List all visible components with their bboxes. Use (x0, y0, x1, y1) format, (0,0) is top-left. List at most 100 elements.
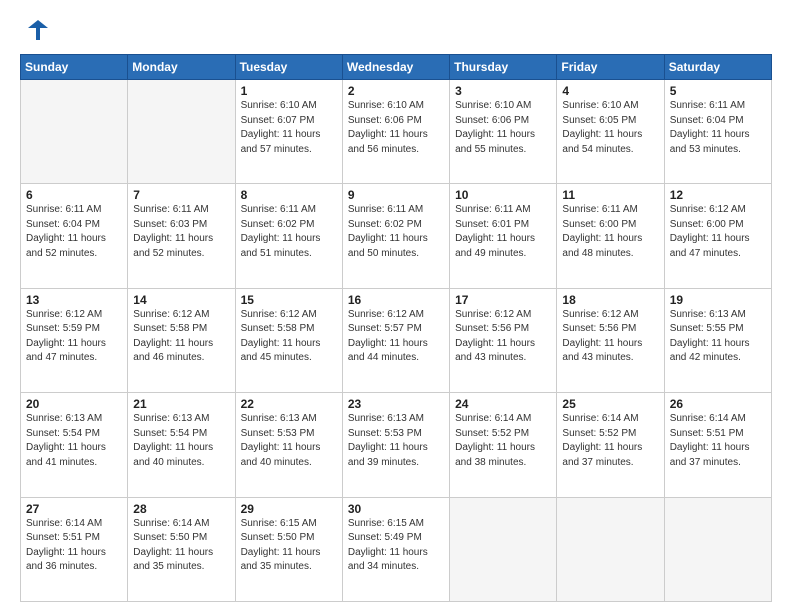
calendar-day-cell: 26Sunrise: 6:14 AM Sunset: 5:51 PM Dayli… (664, 393, 771, 497)
calendar-week-row: 6Sunrise: 6:11 AM Sunset: 6:04 PM Daylig… (21, 184, 772, 288)
day-number: 22 (241, 397, 337, 411)
day-number: 25 (562, 397, 658, 411)
calendar-body: 1Sunrise: 6:10 AM Sunset: 6:07 PM Daylig… (21, 80, 772, 602)
calendar-day-cell: 24Sunrise: 6:14 AM Sunset: 5:52 PM Dayli… (450, 393, 557, 497)
day-number: 9 (348, 188, 444, 202)
calendar-week-row: 27Sunrise: 6:14 AM Sunset: 5:51 PM Dayli… (21, 497, 772, 601)
calendar-day-cell (557, 497, 664, 601)
calendar-day-cell: 16Sunrise: 6:12 AM Sunset: 5:57 PM Dayli… (342, 288, 449, 392)
calendar-day-cell: 7Sunrise: 6:11 AM Sunset: 6:03 PM Daylig… (128, 184, 235, 288)
day-number: 29 (241, 502, 337, 516)
day-number: 7 (133, 188, 229, 202)
calendar-day-cell: 15Sunrise: 6:12 AM Sunset: 5:58 PM Dayli… (235, 288, 342, 392)
calendar-day-cell: 14Sunrise: 6:12 AM Sunset: 5:58 PM Dayli… (128, 288, 235, 392)
calendar-day-cell: 13Sunrise: 6:12 AM Sunset: 5:59 PM Dayli… (21, 288, 128, 392)
day-info: Sunrise: 6:14 AM Sunset: 5:51 PM Dayligh… (26, 517, 122, 575)
calendar-day-cell: 27Sunrise: 6:14 AM Sunset: 5:51 PM Dayli… (21, 497, 128, 601)
day-info: Sunrise: 6:12 AM Sunset: 5:57 PM Dayligh… (348, 308, 444, 366)
day-info: Sunrise: 6:13 AM Sunset: 5:55 PM Dayligh… (670, 308, 766, 366)
page: SundayMondayTuesdayWednesdayThursdayFrid… (0, 0, 792, 612)
day-number: 16 (348, 293, 444, 307)
day-number: 12 (670, 188, 766, 202)
day-number: 27 (26, 502, 122, 516)
calendar-day-header: Thursday (450, 55, 557, 80)
day-number: 5 (670, 84, 766, 98)
day-number: 6 (26, 188, 122, 202)
day-info: Sunrise: 6:12 AM Sunset: 5:56 PM Dayligh… (562, 308, 658, 366)
day-info: Sunrise: 6:14 AM Sunset: 5:50 PM Dayligh… (133, 517, 229, 575)
calendar-day-cell: 4Sunrise: 6:10 AM Sunset: 6:05 PM Daylig… (557, 80, 664, 184)
day-info: Sunrise: 6:11 AM Sunset: 6:01 PM Dayligh… (455, 203, 551, 261)
day-number: 28 (133, 502, 229, 516)
calendar-day-cell: 5Sunrise: 6:11 AM Sunset: 6:04 PM Daylig… (664, 80, 771, 184)
header (20, 16, 772, 44)
calendar-week-row: 1Sunrise: 6:10 AM Sunset: 6:07 PM Daylig… (21, 80, 772, 184)
day-number: 13 (26, 293, 122, 307)
calendar-day-cell: 28Sunrise: 6:14 AM Sunset: 5:50 PM Dayli… (128, 497, 235, 601)
calendar-day-cell: 9Sunrise: 6:11 AM Sunset: 6:02 PM Daylig… (342, 184, 449, 288)
day-info: Sunrise: 6:15 AM Sunset: 5:49 PM Dayligh… (348, 517, 444, 575)
day-number: 26 (670, 397, 766, 411)
day-number: 11 (562, 188, 658, 202)
calendar-day-cell: 2Sunrise: 6:10 AM Sunset: 6:06 PM Daylig… (342, 80, 449, 184)
day-number: 2 (348, 84, 444, 98)
calendar-day-cell: 20Sunrise: 6:13 AM Sunset: 5:54 PM Dayli… (21, 393, 128, 497)
day-number: 30 (348, 502, 444, 516)
calendar-day-header: Tuesday (235, 55, 342, 80)
day-info: Sunrise: 6:13 AM Sunset: 5:53 PM Dayligh… (241, 412, 337, 470)
calendar-day-cell: 23Sunrise: 6:13 AM Sunset: 5:53 PM Dayli… (342, 393, 449, 497)
day-info: Sunrise: 6:11 AM Sunset: 6:04 PM Dayligh… (670, 99, 766, 157)
calendar-day-cell: 17Sunrise: 6:12 AM Sunset: 5:56 PM Dayli… (450, 288, 557, 392)
day-number: 21 (133, 397, 229, 411)
day-info: Sunrise: 6:13 AM Sunset: 5:54 PM Dayligh… (26, 412, 122, 470)
day-number: 4 (562, 84, 658, 98)
calendar-header-row: SundayMondayTuesdayWednesdayThursdayFrid… (21, 55, 772, 80)
day-info: Sunrise: 6:12 AM Sunset: 5:58 PM Dayligh… (241, 308, 337, 366)
day-info: Sunrise: 6:10 AM Sunset: 6:06 PM Dayligh… (348, 99, 444, 157)
calendar-day-cell: 25Sunrise: 6:14 AM Sunset: 5:52 PM Dayli… (557, 393, 664, 497)
day-number: 10 (455, 188, 551, 202)
day-info: Sunrise: 6:13 AM Sunset: 5:54 PM Dayligh… (133, 412, 229, 470)
calendar-day-cell (21, 80, 128, 184)
calendar-day-cell: 3Sunrise: 6:10 AM Sunset: 6:06 PM Daylig… (450, 80, 557, 184)
day-number: 17 (455, 293, 551, 307)
calendar-day-header: Saturday (664, 55, 771, 80)
day-number: 20 (26, 397, 122, 411)
calendar-day-cell: 8Sunrise: 6:11 AM Sunset: 6:02 PM Daylig… (235, 184, 342, 288)
day-info: Sunrise: 6:11 AM Sunset: 6:02 PM Dayligh… (348, 203, 444, 261)
day-info: Sunrise: 6:12 AM Sunset: 5:58 PM Dayligh… (133, 308, 229, 366)
calendar-day-cell: 19Sunrise: 6:13 AM Sunset: 5:55 PM Dayli… (664, 288, 771, 392)
calendar-day-cell: 29Sunrise: 6:15 AM Sunset: 5:50 PM Dayli… (235, 497, 342, 601)
calendar-day-cell (664, 497, 771, 601)
calendar-day-header: Friday (557, 55, 664, 80)
logo (20, 16, 52, 44)
logo-icon (20, 16, 48, 44)
calendar-day-cell: 6Sunrise: 6:11 AM Sunset: 6:04 PM Daylig… (21, 184, 128, 288)
day-info: Sunrise: 6:11 AM Sunset: 6:00 PM Dayligh… (562, 203, 658, 261)
day-info: Sunrise: 6:11 AM Sunset: 6:03 PM Dayligh… (133, 203, 229, 261)
day-info: Sunrise: 6:14 AM Sunset: 5:52 PM Dayligh… (562, 412, 658, 470)
day-info: Sunrise: 6:13 AM Sunset: 5:53 PM Dayligh… (348, 412, 444, 470)
calendar-week-row: 13Sunrise: 6:12 AM Sunset: 5:59 PM Dayli… (21, 288, 772, 392)
day-number: 8 (241, 188, 337, 202)
day-number: 3 (455, 84, 551, 98)
calendar-day-cell: 18Sunrise: 6:12 AM Sunset: 5:56 PM Dayli… (557, 288, 664, 392)
day-info: Sunrise: 6:11 AM Sunset: 6:02 PM Dayligh… (241, 203, 337, 261)
calendar-day-cell: 21Sunrise: 6:13 AM Sunset: 5:54 PM Dayli… (128, 393, 235, 497)
calendar-table: SundayMondayTuesdayWednesdayThursdayFrid… (20, 54, 772, 602)
day-number: 1 (241, 84, 337, 98)
calendar-day-header: Wednesday (342, 55, 449, 80)
calendar-day-cell: 22Sunrise: 6:13 AM Sunset: 5:53 PM Dayli… (235, 393, 342, 497)
calendar-day-cell (450, 497, 557, 601)
day-number: 14 (133, 293, 229, 307)
calendar-week-row: 20Sunrise: 6:13 AM Sunset: 5:54 PM Dayli… (21, 393, 772, 497)
calendar-header: SundayMondayTuesdayWednesdayThursdayFrid… (21, 55, 772, 80)
calendar-day-cell: 30Sunrise: 6:15 AM Sunset: 5:49 PM Dayli… (342, 497, 449, 601)
day-info: Sunrise: 6:12 AM Sunset: 5:59 PM Dayligh… (26, 308, 122, 366)
day-number: 24 (455, 397, 551, 411)
day-info: Sunrise: 6:14 AM Sunset: 5:51 PM Dayligh… (670, 412, 766, 470)
calendar-day-cell: 10Sunrise: 6:11 AM Sunset: 6:01 PM Dayli… (450, 184, 557, 288)
day-number: 18 (562, 293, 658, 307)
day-info: Sunrise: 6:11 AM Sunset: 6:04 PM Dayligh… (26, 203, 122, 261)
calendar-day-cell (128, 80, 235, 184)
